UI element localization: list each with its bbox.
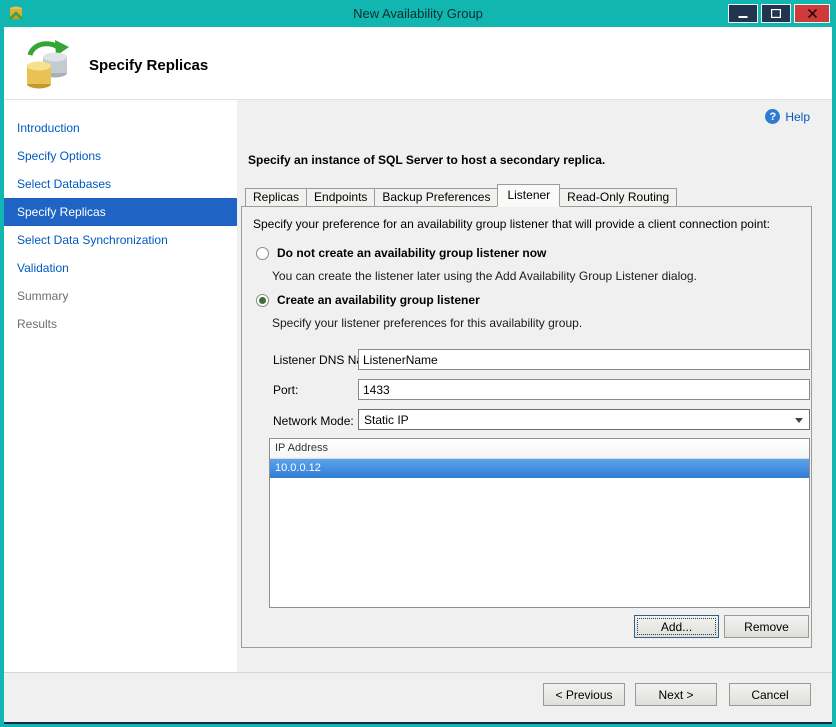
title-bar[interactable]: New Availability Group: [0, 0, 836, 27]
radio-unchecked-icon: [256, 246, 269, 260]
help-icon: ?: [765, 109, 781, 124]
listener-description: Specify your preference for an availabil…: [253, 217, 770, 231]
wizard-steps-sidebar: Introduction Specify Options Select Data…: [4, 100, 237, 672]
create-listener-description: Specify your listener preferences for th…: [272, 316, 583, 330]
radio-option-no-listener[interactable]: Do not create an availability group list…: [256, 246, 546, 260]
radio-option-create-listener[interactable]: Create an availability group listener: [256, 293, 480, 307]
ip-address-column-header[interactable]: IP Address: [270, 439, 809, 459]
dialog-body: Specify Replicas Introduction Specify Op…: [4, 27, 832, 722]
tab-replicas[interactable]: Replicas: [245, 188, 308, 207]
window-controls: [728, 4, 830, 23]
page-instruction: Specify an instance of SQL Server to hos…: [248, 153, 606, 167]
cancel-button[interactable]: Cancel: [729, 683, 811, 706]
tab-strip: Replicas Endpoints Backup Preferences Li…: [245, 184, 678, 207]
tab-read-only-routing[interactable]: Read-Only Routing: [559, 188, 678, 207]
availability-group-icon: [27, 40, 69, 89]
window-title: New Availability Group: [353, 6, 483, 21]
radio-no-listener-label: Do not create an availability group list…: [277, 246, 547, 260]
close-button[interactable]: [794, 4, 830, 23]
previous-button[interactable]: < Previous: [543, 683, 625, 706]
remove-button[interactable]: Remove: [724, 615, 809, 638]
content-area: Introduction Specify Options Select Data…: [4, 100, 832, 672]
sidebar-item-specify-replicas[interactable]: Specify Replicas: [4, 198, 237, 226]
ip-address-row[interactable]: 10.0.0.12: [270, 459, 809, 478]
tab-listener[interactable]: Listener: [497, 184, 561, 207]
help-label: Help: [785, 109, 810, 124]
minimize-button[interactable]: [728, 4, 758, 23]
maximize-button[interactable]: [761, 4, 791, 23]
sidebar-item-specify-options[interactable]: Specify Options: [4, 142, 237, 170]
port-input[interactable]: [358, 379, 810, 400]
wizard-header: Specify Replicas: [4, 27, 832, 100]
next-button[interactable]: Next >: [635, 683, 717, 706]
radio-checked-icon: [256, 293, 269, 307]
minimize-icon: [738, 15, 748, 18]
no-listener-description: You can create the listener later using …: [272, 269, 697, 283]
help-link[interactable]: ? Help: [765, 109, 810, 124]
sidebar-item-validation[interactable]: Validation: [4, 254, 237, 282]
page-title: Specify Replicas: [89, 57, 209, 74]
new-availability-group-window: New Availability Group Specify Replicas …: [0, 0, 836, 727]
network-mode-label: Network Mode:: [273, 414, 354, 428]
sidebar-item-summary: Summary: [17, 289, 69, 303]
add-button[interactable]: Add...: [634, 615, 719, 638]
sidebar-item-results: Results: [17, 317, 58, 331]
maximize-icon: [771, 9, 781, 18]
network-mode-value: Static IP: [364, 412, 409, 427]
tab-backup-preferences[interactable]: Backup Preferences: [374, 188, 499, 207]
main-panel: ? Help Specify an instance of SQL Server…: [237, 100, 832, 672]
sidebar-item-select-data-synchronization[interactable]: Select Data Synchronization: [4, 226, 237, 254]
network-mode-select[interactable]: Static IP: [358, 409, 810, 430]
listener-tab-page: Specify your preference for an availabil…: [241, 206, 812, 648]
port-label: Port:: [273, 383, 299, 397]
ip-address-list[interactable]: IP Address 10.0.0.12: [269, 438, 810, 608]
listener-dns-name-input[interactable]: [358, 349, 810, 370]
chevron-down-icon: [795, 418, 803, 423]
wizard-footer: < Previous Next > Cancel: [4, 672, 832, 722]
sidebar-item-select-databases[interactable]: Select Databases: [4, 170, 237, 198]
tab-endpoints[interactable]: Endpoints: [306, 188, 376, 207]
sidebar-item-introduction[interactable]: Introduction: [4, 114, 237, 142]
close-icon: [807, 9, 817, 18]
radio-create-listener-label: Create an availability group listener: [277, 293, 480, 307]
